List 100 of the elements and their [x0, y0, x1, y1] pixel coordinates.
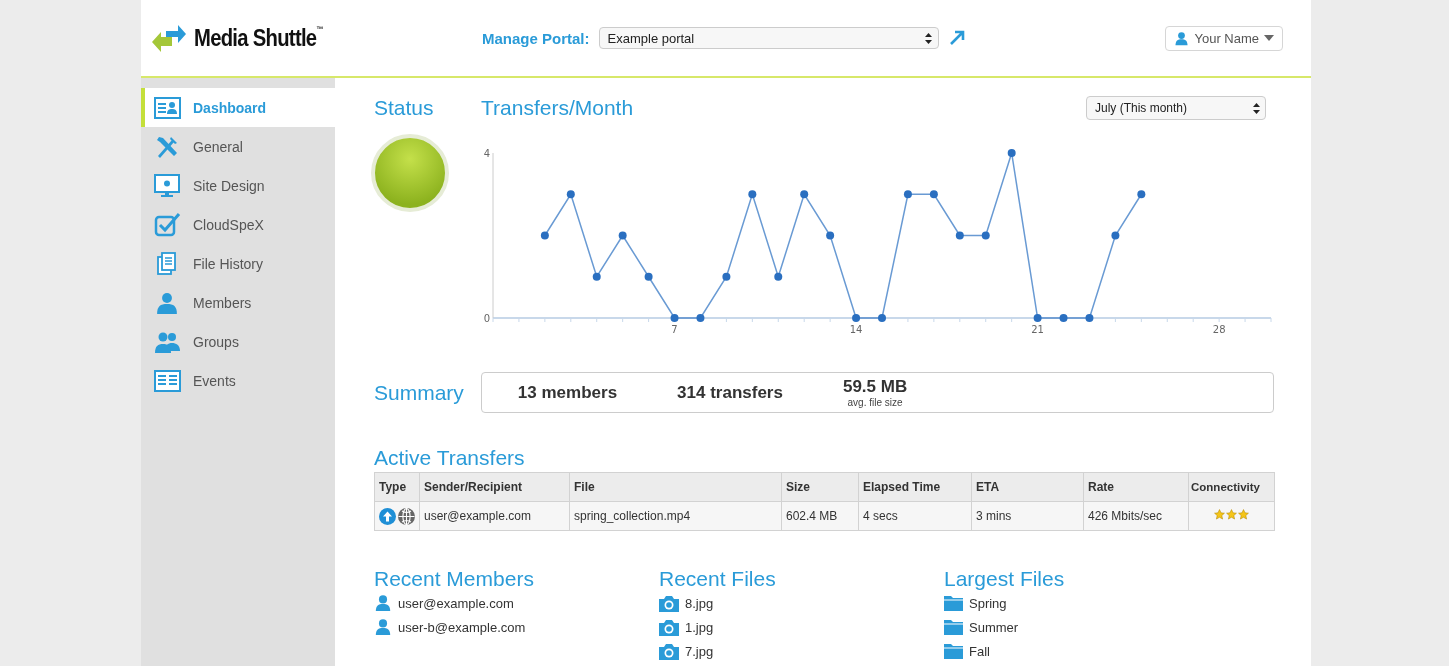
sidebar-item[interactable]: Groups: [141, 322, 335, 361]
sidebar-item[interactable]: Members: [141, 283, 335, 322]
caret-icon: [1264, 35, 1274, 41]
id-card-icon: [153, 96, 181, 119]
list-item[interactable]: Summer: [969, 619, 1019, 635]
data-point: [1137, 190, 1146, 199]
data-point: [1111, 231, 1120, 240]
up-down-arrows-icon: [924, 32, 932, 44]
section-heading: Recent Files: [659, 567, 777, 591]
sidebar-item[interactable]: Site Design: [141, 166, 335, 205]
star-icon: [1226, 509, 1237, 520]
logo-text: Media Shuttle$^{™}$: [194, 24, 323, 52]
data-point: [748, 190, 757, 199]
data-point: [903, 190, 912, 199]
section-heading: Summary: [374, 380, 464, 405]
sidebar-item[interactable]: File History: [141, 244, 335, 283]
axis-tick-label: 21: [1031, 324, 1044, 335]
stat-value: 59.5 MB: [842, 377, 908, 397]
table-cell: spring_collection.mp4: [569, 501, 782, 531]
data-point: [1033, 314, 1042, 322]
camera-icon: [659, 594, 679, 612]
stat-value: 314 transfers: [677, 382, 783, 403]
folder-icon: [944, 595, 963, 611]
camera-icon: [659, 642, 679, 660]
data-point: [670, 314, 679, 322]
table-cell: user@example.com: [419, 501, 570, 531]
portal-select[interactable]: Example portal: [598, 27, 939, 49]
table-cell: 602.4 MB: [781, 501, 859, 531]
column-header: Type: [374, 472, 420, 502]
person-icon: [156, 291, 178, 314]
documents-icon: [157, 251, 177, 276]
data-point: [696, 314, 705, 322]
list-icon: [153, 369, 181, 392]
data-point: [722, 272, 731, 281]
user-menu[interactable]: Your Name: [1165, 25, 1283, 51]
up-down-arrows-icon: [1253, 102, 1260, 114]
data-point: [929, 190, 938, 199]
list-item[interactable]: Spring: [969, 595, 1007, 611]
data-point: [566, 190, 575, 199]
external-link-icon[interactable]: [948, 30, 965, 46]
stat-caption: avg. file size: [847, 397, 903, 408]
list-item[interactable]: 7.jpg: [685, 643, 714, 659]
list-item[interactable]: user-b@example.com: [398, 619, 526, 635]
table-cell: 3 mins: [971, 501, 1084, 531]
data-point: [1007, 149, 1016, 157]
list-item[interactable]: 1.jpg: [685, 619, 714, 635]
data-point: [852, 314, 861, 322]
column-header: Rate: [1083, 472, 1189, 502]
folder-icon: [944, 619, 963, 635]
globe-icon: [398, 507, 415, 525]
column-header: Sender/Recipient: [419, 472, 570, 502]
person-icon: [374, 594, 392, 612]
folder-icon: [944, 643, 963, 659]
portal-label: Manage Portal:: [482, 29, 590, 47]
data-point: [878, 314, 886, 322]
people-icon: [153, 330, 181, 353]
period-select[interactable]: July (This month): [1086, 96, 1266, 120]
checkbox-icon: [153, 212, 181, 237]
axis-tick-label: 28: [1212, 324, 1226, 335]
person-icon: [1174, 30, 1190, 46]
axis-tick-label: 7: [671, 324, 678, 335]
section-heading: Status: [374, 96, 435, 120]
sidebar-item[interactable]: CloudSpeX: [141, 205, 335, 244]
column-header: ETA: [971, 472, 1084, 502]
data-point: [826, 231, 835, 240]
data-point: [1059, 314, 1068, 322]
tools-icon: [155, 134, 179, 159]
list-item[interactable]: 8.jpg: [685, 595, 714, 611]
axis-tick-label: 14: [849, 324, 863, 335]
logo-arrows-icon: [152, 23, 186, 53]
data-point: [1085, 314, 1094, 322]
section-heading: Largest Files: [944, 567, 1066, 591]
data-point: [800, 190, 809, 199]
data-point: [540, 231, 549, 240]
data-point: [955, 231, 964, 240]
stat-value: 13 members: [517, 382, 618, 403]
section-heading: Transfers/Month: [481, 96, 634, 120]
section-heading: Active Transfers: [374, 446, 526, 470]
list-item[interactable]: Fall: [969, 643, 990, 659]
data-point: [981, 231, 990, 240]
person-icon: [374, 618, 392, 636]
data-point: [618, 231, 627, 240]
data-point: [592, 272, 601, 281]
column-header: Size: [781, 472, 859, 502]
data-point: [644, 272, 653, 281]
data-point: [774, 272, 783, 281]
camera-icon: [659, 618, 679, 636]
column-header: Elapsed Time: [858, 472, 972, 502]
list-item[interactable]: user@example.com: [398, 595, 514, 611]
table-cell: 426 Mbits/sec: [1083, 501, 1189, 531]
monitor-icon: [154, 173, 180, 198]
column-header: Connectivity: [1188, 472, 1275, 502]
column-header: File: [569, 472, 782, 502]
axis-tick-label: 4: [483, 147, 490, 159]
star-icon: [1238, 509, 1249, 520]
table-cell: 4 secs: [858, 501, 972, 531]
sidebar-item[interactable]: General: [141, 127, 335, 166]
section-heading: Recent Members: [374, 567, 535, 591]
star-icon: [1214, 509, 1225, 520]
sidebar-item[interactable]: Events: [141, 361, 335, 400]
